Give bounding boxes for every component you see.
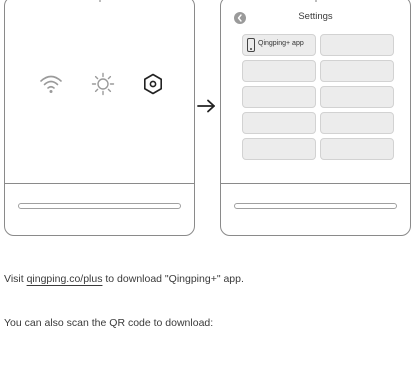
settings-tile[interactable] bbox=[242, 86, 316, 108]
device-home-screen bbox=[4, 0, 195, 236]
device-top-notch bbox=[314, 0, 317, 2]
app-tile-label: Qingping+ app bbox=[258, 40, 304, 47]
device-bottom-bar bbox=[234, 203, 397, 209]
device-bottom-bar bbox=[18, 203, 181, 209]
phone-icon bbox=[247, 38, 255, 52]
device-settings-screen: Settings Qingping+ app bbox=[220, 0, 411, 236]
settings-tile[interactable] bbox=[320, 60, 394, 82]
settings-tile[interactable] bbox=[320, 34, 394, 56]
settings-title: Settings bbox=[298, 11, 333, 22]
device-top-notch bbox=[98, 0, 101, 2]
qingping-app-tile[interactable]: Qingping+ app bbox=[242, 34, 316, 56]
settings-tile[interactable] bbox=[242, 138, 316, 160]
settings-tile[interactable] bbox=[242, 60, 316, 82]
download-instruction: Visit qingping.co/plus to download "Qing… bbox=[4, 273, 244, 285]
device-divider bbox=[5, 183, 194, 184]
instruction-prefix: Visit bbox=[4, 273, 27, 285]
settings-icon[interactable] bbox=[140, 71, 166, 97]
download-link[interactable]: qingping.co/plus bbox=[27, 273, 103, 285]
settings-tile[interactable] bbox=[320, 112, 394, 134]
settings-header: Settings bbox=[221, 11, 410, 25]
settings-grid: Qingping+ app bbox=[242, 34, 394, 160]
settings-tile[interactable] bbox=[242, 112, 316, 134]
brightness-icon[interactable] bbox=[90, 71, 116, 97]
qr-instruction: You can also scan the QR code to downloa… bbox=[4, 317, 214, 329]
wifi-icon[interactable] bbox=[38, 71, 64, 97]
settings-tile[interactable] bbox=[320, 138, 394, 160]
instruction-suffix: to download "Qingping+" app. bbox=[102, 273, 244, 285]
settings-tile[interactable] bbox=[320, 86, 394, 108]
device-icon-row bbox=[5, 71, 194, 99]
arrow-right-icon bbox=[197, 99, 215, 113]
device-divider bbox=[221, 183, 410, 184]
